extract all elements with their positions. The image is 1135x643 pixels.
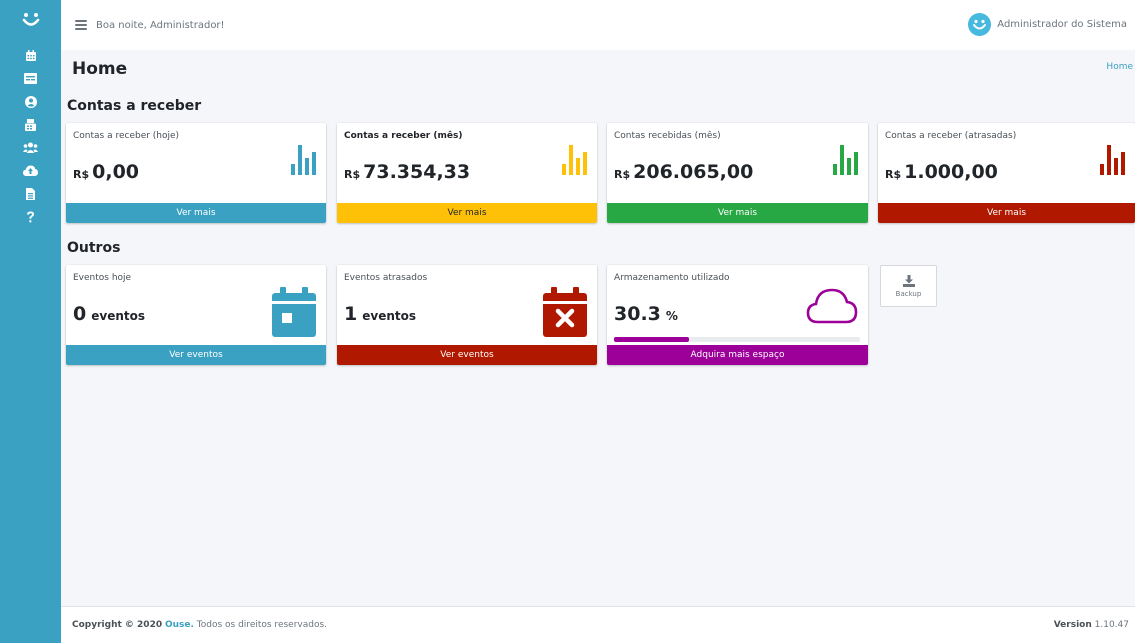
smile-logo-icon (22, 13, 39, 26)
see-more-button[interactable]: Ver mais (66, 203, 326, 223)
storage-progress-bar (614, 337, 860, 342)
box-label: Contas a receber (atrasadas) (885, 131, 1017, 141)
receivable-box-month: Contas a receber (mês) R$ 73.354,33 Ver m… (337, 123, 597, 223)
box-value: R$ 0,00 (73, 161, 140, 183)
calendar-icon (25, 49, 36, 61)
backup-label: Backup (895, 289, 922, 298)
section-title-others: Outros (67, 240, 121, 256)
page-title: Home (72, 59, 128, 79)
receivable-box-today: Contas a receber (hoje) R$ 0,00 Ver mais (66, 123, 326, 223)
sidebar-item-cards[interactable] (0, 67, 61, 90)
box-value: 1 eventos (344, 303, 416, 325)
storage-box: Armazenamento utilizado 30.3% Adquira ma… (607, 265, 868, 365)
box-label: Eventos hoje (73, 273, 132, 283)
see-more-button[interactable]: Ver mais (607, 203, 868, 223)
page-footer: Copyright © 2020 Ouse. Todos os direitos… (61, 606, 1135, 643)
box-label: Contas recebidas (mês) (614, 131, 721, 141)
fax-icon (25, 118, 36, 131)
events-late-box: Eventos atrasados 1 eventos Ver eventos (337, 265, 597, 365)
sidebar-item-upload[interactable] (0, 159, 61, 182)
cloud-upload-icon (23, 165, 38, 176)
user-avatar-icon (968, 13, 992, 36)
sidebar-item-users[interactable] (0, 136, 61, 159)
box-value: R$ 73.354,33 (344, 161, 471, 183)
events-today-box: Eventos hoje 0 eventos Ver eventos (66, 265, 326, 365)
box-value: R$ 206.065,00 (614, 161, 754, 183)
greeting-text: Boa noite, Administrador! (96, 19, 225, 31)
bar-chart-icon (833, 145, 858, 175)
user-menu[interactable]: Administrador do Sistema (968, 13, 1127, 36)
bar-chart-icon (1100, 145, 1125, 175)
bar-chart-icon (562, 145, 587, 175)
storage-progress-fill (614, 337, 689, 342)
box-label: Eventos atrasados (344, 273, 428, 283)
see-events-button[interactable]: Ver eventos (337, 345, 597, 365)
see-more-button[interactable]: Ver mais (337, 203, 597, 223)
sidebar-item-profile[interactable] (0, 90, 61, 113)
copyright: Copyright © 2020 Ouse. Todos os direitos… (72, 620, 328, 630)
box-value: 30.3% (614, 303, 678, 325)
see-more-button[interactable]: Ver mais (878, 203, 1135, 223)
file-icon (26, 187, 35, 200)
menu-toggle-icon[interactable] (75, 20, 87, 30)
section-title-receivables: Contas a receber (67, 98, 202, 114)
top-navbar: Boa noite, Administrador! Administrador … (61, 0, 1135, 50)
sidebar-item-fax[interactable] (0, 113, 61, 136)
box-value: R$ 1.000,00 (885, 161, 998, 183)
calendar-icon (272, 287, 316, 337)
question-icon (27, 211, 34, 222)
breadcrumb-home[interactable]: Home (1106, 62, 1133, 72)
box-value: 0 eventos (73, 303, 145, 325)
user-name: Administrador do Sistema (997, 19, 1127, 30)
box-label: Contas a receber (hoje) (73, 131, 180, 141)
backup-button[interactable]: Backup (880, 265, 937, 307)
download-icon (902, 274, 915, 287)
box-label: Contas a receber (mês) (344, 131, 463, 141)
sidebar (0, 0, 61, 643)
buy-storage-button[interactable]: Adquira mais espaço (607, 345, 868, 365)
version-info: Version 1.10.47 (1053, 620, 1129, 630)
users-icon (23, 142, 38, 153)
cloud-icon (806, 288, 858, 324)
receivable-box-overdue: Contas a receber (atrasadas) R$ 1.000,00 … (878, 123, 1135, 223)
sidebar-item-calendar[interactable] (0, 44, 61, 67)
receivable-box-received: Contas recebidas (mês) R$ 206.065,00 Ver … (607, 123, 868, 223)
calendar-times-icon (543, 287, 587, 337)
sidebar-item-documents[interactable] (0, 182, 61, 205)
brand-logo[interactable] (0, 0, 61, 44)
see-events-button[interactable]: Ver eventos (66, 345, 326, 365)
main-content: Home Home Contas a receber Contas a rece… (61, 50, 1135, 606)
box-label: Armazenamento utilizado (614, 273, 730, 283)
sidebar-nav (0, 44, 61, 228)
id-card-icon (24, 73, 37, 84)
brand-link[interactable]: Ouse. (165, 620, 194, 630)
sidebar-item-help[interactable] (0, 205, 61, 228)
user-circle-icon (24, 95, 37, 108)
bar-chart-icon (291, 145, 316, 175)
